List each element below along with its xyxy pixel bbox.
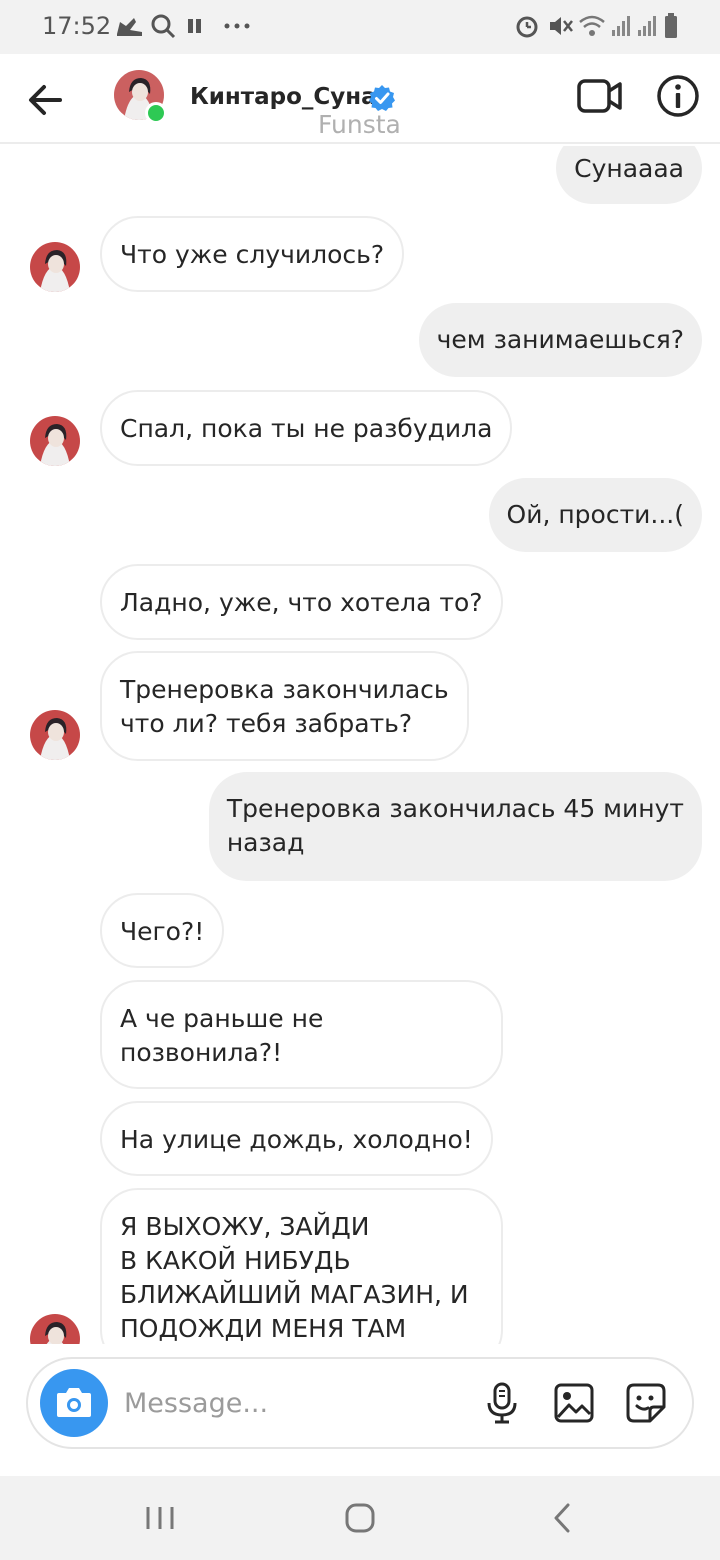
search-icon (151, 14, 176, 39)
chat-header: Кинтаро_Суна Funsta (0, 54, 720, 144)
signal-icon (612, 16, 630, 36)
message-composer (26, 1357, 694, 1449)
message-incoming[interactable]: Я ВЫХОЖУ, ЗАЙДИ В КАКОЙ НИБУДЬ БЛИЖАЙШИЙ… (100, 1188, 503, 1344)
message-text: Чего?! (120, 917, 205, 946)
wifi-icon (579, 15, 605, 36)
message-text: Ладно, уже, что хотела то? (120, 588, 483, 617)
signal-icon (638, 16, 656, 36)
message-outgoing[interactable]: Ой, прости...( (488, 478, 702, 552)
verified-badge-icon (369, 85, 395, 111)
message-incoming[interactable]: Ладно, уже, что хотела то? (100, 564, 503, 640)
message-text: Я ВЫХОЖУ, ЗАЙДИ В КАКОЙ НИБУДЬ БЛИЖАЙШИЙ… (120, 1212, 469, 1343)
status-bar: 17:52 (0, 0, 720, 54)
info-icon[interactable] (656, 74, 700, 118)
sender-avatar[interactable] (30, 1314, 80, 1344)
back-icon[interactable] (540, 1498, 584, 1538)
gallery-icon[interactable] (552, 1381, 596, 1425)
microphone-icon[interactable] (480, 1381, 524, 1425)
message-text: Спал, пока ты не разбудила (120, 414, 493, 443)
back-arrow-icon[interactable] (22, 76, 70, 124)
video-call-icon[interactable] (576, 76, 624, 116)
message-text: А че раньше не позвонила?! (120, 1004, 324, 1067)
camera-button[interactable] (40, 1369, 108, 1437)
message-text: Ой, прости...( (506, 500, 684, 529)
sticker-icon[interactable] (624, 1381, 668, 1425)
message-text: Сунаааа (574, 154, 684, 183)
message-incoming[interactable]: Спал, пока ты не разбудила (100, 390, 513, 466)
message-text: чем занимаешься? (436, 325, 684, 354)
message-incoming[interactable]: На улице дождь, холодно! (100, 1101, 493, 1176)
message-text: Что уже случилось? (120, 240, 385, 269)
more-dots-icon (224, 23, 250, 29)
chat-title[interactable]: Кинтаро_Суна (190, 84, 377, 110)
message-input[interactable] (124, 1383, 444, 1423)
home-icon[interactable] (338, 1498, 382, 1538)
message-incoming[interactable]: А че раньше не позвонила?! (100, 980, 503, 1089)
system-nav-bar (0, 1476, 720, 1560)
recent-apps-icon[interactable] (138, 1498, 182, 1538)
sender-avatar[interactable] (30, 242, 80, 292)
status-time: 17:52 (42, 12, 112, 40)
message-text: На улице дождь, холодно! (120, 1125, 473, 1154)
pause-icon (188, 19, 201, 33)
message-text: Тренеровка закончилась что ли? тебя забр… (120, 675, 449, 738)
chat-subtitle: Funsta (318, 110, 401, 139)
alarm-icon (516, 16, 538, 38)
camera-icon (57, 1388, 91, 1417)
mute-icon (550, 17, 573, 35)
message-outgoing[interactable]: Тренеровка закончилась 45 минут назад (208, 772, 702, 881)
message-outgoing[interactable]: чем занимаешься? (418, 303, 702, 377)
message-incoming[interactable]: Чего?! (100, 893, 225, 968)
message-text: Тренеровка закончилась 45 минут назад (226, 794, 684, 857)
message-incoming[interactable]: Тренеровка закончилась что ли? тебя забр… (100, 651, 469, 761)
profile-avatar[interactable] (114, 70, 167, 124)
sender-avatar[interactable] (30, 416, 80, 466)
online-status-dot (145, 102, 167, 124)
shoe-icon (117, 18, 142, 36)
message-incoming[interactable]: Что уже случилось? (100, 216, 405, 292)
message-thread[interactable]: Сунаааа Что уже случилось? чем занимаешь… (0, 146, 720, 1344)
message-outgoing[interactable]: Сунаааа (556, 146, 702, 204)
sender-avatar[interactable] (30, 710, 80, 760)
battery-icon (665, 13, 677, 38)
